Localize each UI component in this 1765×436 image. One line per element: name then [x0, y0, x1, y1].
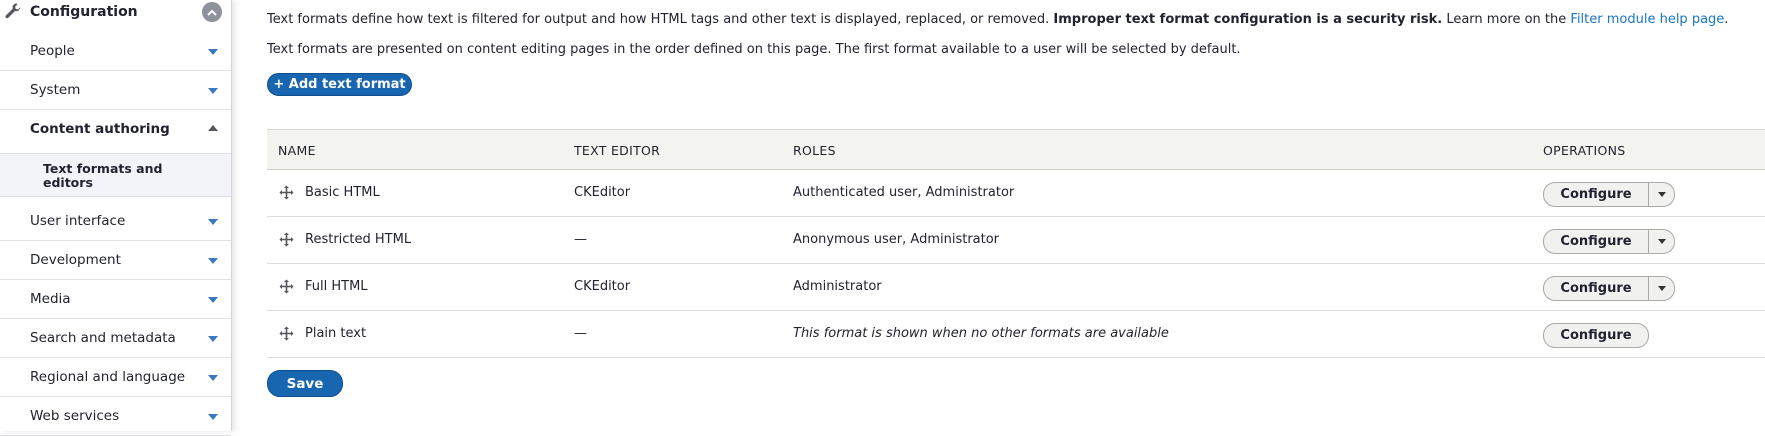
- chevron-down-icon[interactable]: [208, 49, 218, 55]
- configure-button[interactable]: Configure: [1543, 276, 1649, 301]
- header-name: NAME: [278, 143, 316, 158]
- order-description: Text formats are presented on content ed…: [267, 42, 1241, 57]
- drag-handle-icon[interactable]: [279, 232, 294, 247]
- caret-down-icon: [1657, 286, 1666, 291]
- text-editor-value: CKEditor: [574, 185, 631, 200]
- operations-dropdown-toggle[interactable]: [1649, 229, 1675, 254]
- chevron-down-icon[interactable]: [208, 88, 218, 94]
- chevron-down-icon[interactable]: [208, 375, 218, 381]
- collapse-icon[interactable]: [202, 2, 222, 22]
- operations-group: Configure: [1543, 182, 1675, 207]
- sidebar-item-system[interactable]: System: [0, 71, 231, 110]
- text-editor-value: CKEditor: [574, 279, 631, 294]
- sidebar-item-people[interactable]: People: [0, 32, 231, 71]
- sidebar-item-web-services[interactable]: Web services: [0, 397, 231, 436]
- sidebar-item-search-metadata[interactable]: Search and metadata: [0, 319, 231, 358]
- sidebar-item-label: Web services: [30, 408, 120, 424]
- configure-button[interactable]: Configure: [1543, 229, 1649, 254]
- caret-down-icon: [1657, 239, 1666, 244]
- sidebar-item-regional-language[interactable]: Regional and language: [0, 358, 231, 397]
- sidebar-item-label: Regional and language: [30, 369, 186, 385]
- chevron-up-icon[interactable]: [208, 125, 218, 131]
- description-text: Text formats define how text is filtered…: [267, 12, 1050, 27]
- header-text-editor: TEXT EDITOR: [574, 143, 661, 158]
- sidebar-item-label: User interface: [30, 213, 126, 229]
- chevron-down-icon[interactable]: [208, 414, 218, 420]
- security-warning: Improper text format configuration is a …: [1053, 12, 1443, 27]
- format-name: Basic HTML: [305, 185, 380, 200]
- chevron-down-icon[interactable]: [208, 219, 218, 225]
- sidebar-item-label: Content authoring: [30, 121, 170, 137]
- operations-dropdown-toggle[interactable]: [1649, 276, 1675, 301]
- sidebar-subitem-label: Text formats and editors: [43, 161, 163, 190]
- roles-value: Authenticated user, Administrator: [793, 185, 1015, 200]
- operations-group: Configure: [1543, 323, 1649, 348]
- add-text-format-button[interactable]: + Add text format: [267, 73, 412, 96]
- caret-down-icon: [1657, 192, 1666, 197]
- format-name: Plain text: [305, 326, 367, 341]
- sidebar-item-content-authoring[interactable]: Content authoring: [0, 110, 231, 154]
- drag-handle-icon[interactable]: [279, 185, 294, 200]
- save-button[interactable]: Save: [267, 370, 343, 397]
- chevron-down-icon[interactable]: [208, 297, 218, 303]
- table-row: Plain text — This format is shown when n…: [267, 311, 1765, 358]
- table-row: Basic HTML CKEditor Authenticated user, …: [267, 170, 1765, 217]
- sidebar-item-label: Search and metadata: [30, 330, 176, 346]
- header-operations: OPERATIONS: [1543, 143, 1626, 158]
- chevron-down-icon[interactable]: [208, 258, 218, 264]
- page-description: Text formats define how text is filtered…: [267, 12, 1747, 27]
- admin-sidebar: Configuration People System Content auth…: [0, 0, 232, 436]
- format-name: Restricted HTML: [305, 232, 412, 247]
- sidebar-title: Configuration: [30, 4, 138, 20]
- chevron-down-icon[interactable]: [208, 336, 218, 342]
- operations-dropdown-toggle[interactable]: [1649, 182, 1675, 207]
- description-text-after: Learn more on the: [1446, 12, 1567, 27]
- sidebar-item-label: People: [30, 43, 75, 59]
- filter-help-link[interactable]: Filter module help page: [1570, 12, 1724, 27]
- drag-handle-icon[interactable]: [279, 326, 294, 341]
- description-period: .: [1724, 12, 1729, 27]
- table-row: Full HTML CKEditor Administrator Configu…: [267, 264, 1765, 311]
- text-editor-value: —: [574, 326, 587, 341]
- sidebar-subitem-text-formats[interactable]: Text formats and editors: [0, 154, 231, 197]
- main-content: Text formats define how text is filtered…: [267, 0, 1765, 431]
- sidebar-item-user-interface[interactable]: User interface: [0, 202, 231, 241]
- sidebar-item-label: Media: [30, 291, 71, 307]
- text-editor-value: —: [574, 232, 587, 247]
- sidebar-item-media[interactable]: Media: [0, 280, 231, 319]
- header-roles: ROLES: [793, 143, 836, 158]
- table-row: Restricted HTML — Anonymous user, Admini…: [267, 217, 1765, 264]
- configure-button[interactable]: Configure: [1543, 323, 1649, 348]
- sidebar-item-label: System: [30, 82, 81, 98]
- operations-group: Configure: [1543, 229, 1675, 254]
- roles-value: Administrator: [793, 279, 882, 294]
- sidebar-header[interactable]: Configuration: [0, 0, 231, 26]
- wrench-icon: [5, 3, 21, 19]
- roles-value: Anonymous user, Administrator: [793, 232, 1000, 247]
- drag-handle-icon[interactable]: [279, 279, 294, 294]
- operations-group: Configure: [1543, 276, 1675, 301]
- sidebar-item-development[interactable]: Development: [0, 241, 231, 280]
- format-name: Full HTML: [305, 279, 368, 294]
- roles-value: This format is shown when no other forma…: [793, 326, 1169, 341]
- configure-button[interactable]: Configure: [1543, 182, 1649, 207]
- table-header: NAME TEXT EDITOR ROLES OPERATIONS: [267, 129, 1765, 170]
- sidebar-item-label: Development: [30, 252, 121, 268]
